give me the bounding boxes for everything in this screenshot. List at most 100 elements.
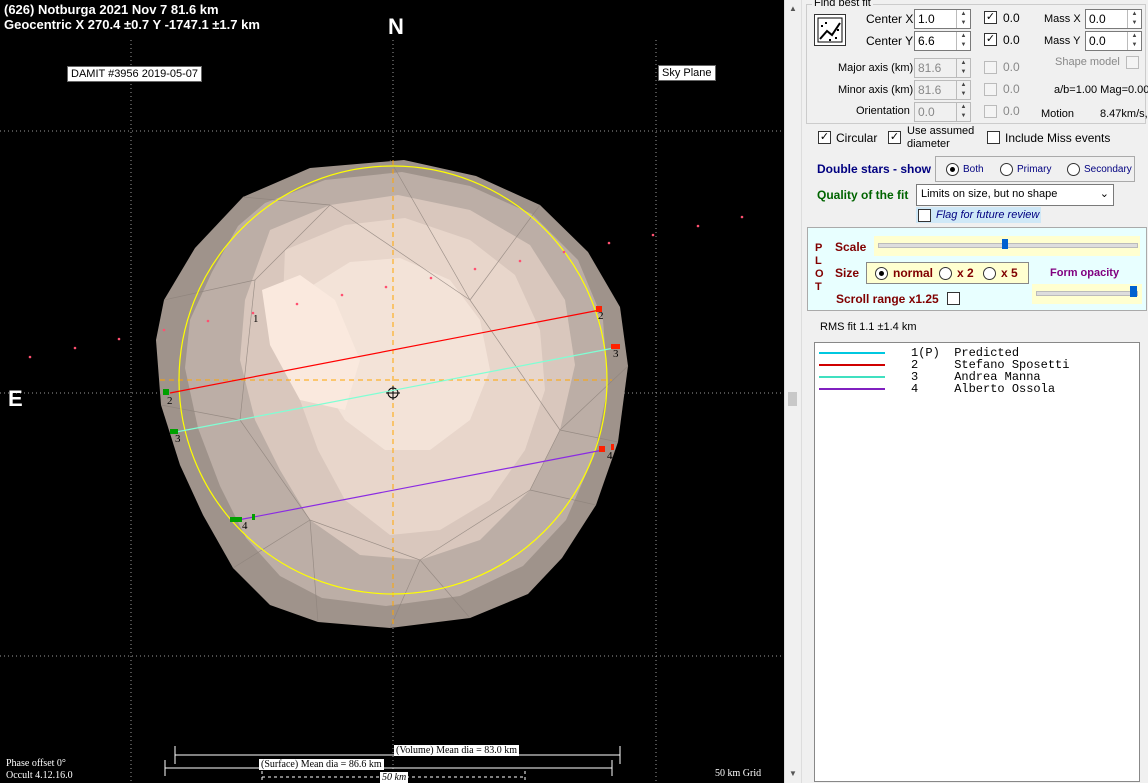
event-title: (626) Notburga 2021 Nov 7 81.6 km: [4, 2, 219, 17]
quality-of-fit-label: Quality of the fit: [817, 188, 909, 202]
legend-line-ossola: [819, 388, 885, 390]
chord-label-2-end: 2: [598, 310, 604, 322]
plot-canvas: [0, 40, 784, 783]
center-y-label: Center Y: [866, 34, 914, 48]
scale-label: Scale: [835, 240, 867, 254]
major-axis-fit-value: 0.0: [1003, 60, 1020, 74]
legend-line-sposetti: [819, 364, 885, 366]
size-normal-label: normal: [893, 266, 934, 280]
phase-offset: Phase offset 0°: [6, 758, 66, 769]
form-opacity-label: Form opacity: [1050, 267, 1120, 279]
double-both-label: Both: [963, 164, 984, 175]
scale-slider[interactable]: [874, 236, 1140, 256]
size-x2-label: x 2: [957, 266, 974, 280]
include-miss-events-label: Include Miss events: [1005, 131, 1111, 145]
observer-legend: 1(P) Predicted 2 Stefano Sposetti 3 Andr…: [814, 342, 1140, 782]
form-opacity-slider[interactable]: [1032, 284, 1142, 304]
use-assumed-diameter-checkbox[interactable]: ✓: [888, 131, 901, 144]
scroll-up-arrow-icon[interactable]: ▲: [789, 4, 797, 13]
double-both-radio[interactable]: [946, 163, 959, 176]
chord-label-4-end: 4: [607, 450, 613, 462]
major-axis-input[interactable]: 81.6 ▲ ▼: [914, 58, 971, 78]
circular-checkbox[interactable]: ✓: [818, 131, 831, 144]
chord-label-3-start: 3: [175, 433, 181, 445]
north-label: N: [388, 14, 404, 39]
motion-label: Motion: [1041, 108, 1075, 120]
motion-value: 8.47km/s,: [1100, 108, 1148, 120]
double-secondary-radio[interactable]: [1067, 163, 1080, 176]
mass-x-label: Mass X: [1044, 13, 1081, 25]
mass-x-input[interactable]: 0.0 ▲ ▼: [1085, 9, 1142, 29]
mass-y-input[interactable]: 0.0 ▲ ▼: [1085, 31, 1142, 51]
geocentric-coordinates: Geocentric X 270.4 ±0.7 Y -1747.1 ±1.7 k…: [4, 17, 260, 32]
orientation-fit-value: 0.0: [1003, 104, 1020, 118]
double-primary-radio[interactable]: [1000, 163, 1013, 176]
minor-axis-fit-checkbox[interactable]: [984, 83, 997, 96]
diameter-label: diameter: [907, 138, 950, 150]
rms-fit-readout: RMS fit 1.1 ±1.4 km: [820, 321, 917, 333]
double-primary-label: Primary: [1017, 164, 1052, 175]
east-label: E: [8, 386, 23, 411]
quality-of-fit-select[interactable]: Limits on size, but no shape ⌄: [916, 184, 1114, 206]
form-opacity-slider-thumb[interactable]: [1130, 286, 1137, 297]
size-x5-radio[interactable]: [983, 267, 996, 280]
occultation-plot[interactable]: (626) Notburga 2021 Nov 7 81.6 km Geocen…: [0, 0, 784, 783]
chevron-down-icon: ⌄: [1099, 188, 1109, 200]
size-normal-radio[interactable]: [875, 267, 888, 280]
major-axis-label: Major axis (km): [838, 62, 914, 74]
surface-mean-diameter: (Surface) Mean dia = 86.6 km: [259, 759, 384, 770]
center-x-label: Center X: [866, 12, 914, 26]
plot-letter-o: O: [815, 268, 824, 280]
center-y-fit-checkbox[interactable]: ✓: [984, 33, 997, 46]
center-x-fit-value: 0.0: [1003, 11, 1020, 25]
plot-letter-t: T: [815, 281, 822, 293]
plot-letter-p: P: [815, 242, 823, 254]
legend-line-manna: [819, 376, 885, 378]
center-x-fit-checkbox[interactable]: ✓: [984, 11, 997, 24]
volume-mean-diameter: (Volume) Mean dia = 83.0 km: [394, 745, 519, 756]
chord-label-3-end: 3: [613, 348, 619, 360]
size-label: Size: [835, 266, 860, 280]
occult-version: Occult 4.12.16.0: [6, 770, 73, 781]
shape-model-checkbox[interactable]: [1126, 56, 1139, 69]
plot-letter-l: L: [815, 255, 822, 267]
use-assumed-label: Use assumed: [907, 125, 975, 137]
center-y-input[interactable]: 6.6 ▲ ▼: [914, 31, 971, 51]
scale-slider-thumb[interactable]: [1002, 239, 1008, 249]
flag-future-review-checkbox[interactable]: [918, 209, 931, 222]
center-y-fit-value: 0.0: [1003, 33, 1020, 47]
chord-label-1: 1: [253, 313, 259, 325]
sky-plane-tag: Sky Plane: [658, 65, 716, 81]
scroll-down-arrow-icon[interactable]: ▼: [789, 769, 797, 778]
shape-model-label: Shape model: [1055, 56, 1120, 68]
orientation-fit-checkbox[interactable]: [984, 105, 997, 118]
chord-label-2-start: 2: [167, 395, 173, 407]
fit-control-panel: Find best fit Center X 1.0 ▲ ▼ ✓ 0.0 Mass …: [800, 0, 1148, 783]
flag-future-review-label: Flag for future review: [936, 209, 1040, 221]
include-miss-events-checkbox[interactable]: [987, 131, 1000, 144]
size-x5-label: x 5: [1001, 266, 1018, 280]
asteroid-shape-model: [156, 159, 629, 629]
ab-mag-readout: a/b=1.00 Mag=0.00: [1054, 84, 1148, 96]
shape-model-tag: DAMIT #3956 2019-05-07: [67, 66, 202, 82]
orientation-label: Orientation: [856, 105, 910, 117]
scale-bar-label: 50 km: [380, 772, 409, 783]
scroll-range-checkbox[interactable]: [947, 292, 960, 305]
minor-axis-input[interactable]: 81.6 ▲ ▼: [914, 80, 971, 100]
size-x2-radio[interactable]: [939, 267, 952, 280]
center-x-input[interactable]: 1.0 ▲ ▼: [914, 9, 971, 29]
legend-line-predicted: [819, 352, 885, 354]
scroll-range-label: Scroll range x1.25: [836, 292, 939, 306]
scrollbar-thumb[interactable]: [788, 392, 797, 406]
grid-label: 50 km Grid: [715, 768, 762, 779]
orientation-input[interactable]: 0.0 ▲ ▼: [914, 102, 971, 122]
circular-label: Circular: [836, 131, 878, 145]
mass-y-label: Mass Y: [1044, 35, 1081, 47]
chord-label-4-start: 4: [242, 520, 248, 532]
major-axis-fit-checkbox[interactable]: [984, 61, 997, 74]
find-best-fit-label: Find best fit: [812, 0, 873, 9]
find-fit-icon[interactable]: [814, 14, 846, 46]
minor-axis-label: Minor axis (km): [838, 84, 914, 96]
minor-axis-fit-value: 0.0: [1003, 82, 1020, 96]
double-stars-label: Double stars - show: [817, 162, 932, 176]
